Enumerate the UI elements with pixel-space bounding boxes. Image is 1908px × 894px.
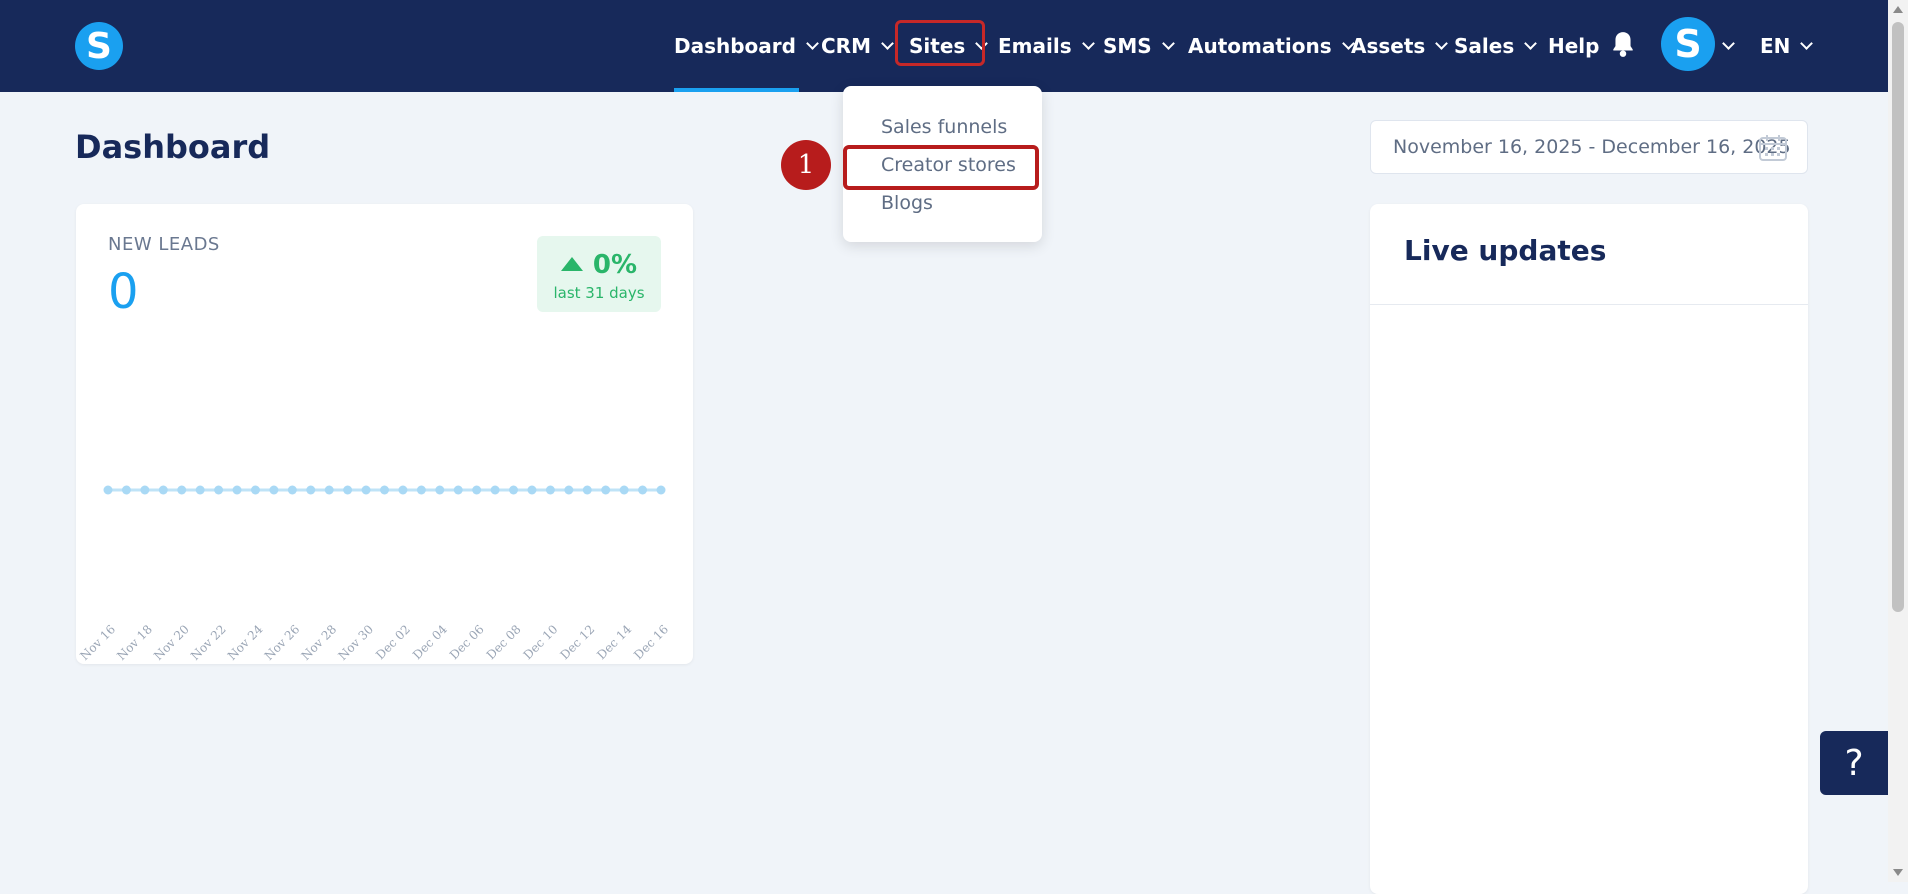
data-point [158, 485, 168, 495]
x-tick-label: Dec 16 [631, 622, 671, 662]
data-point [214, 485, 224, 495]
x-tick-label: Dec 02 [373, 622, 413, 662]
nav-item-emails[interactable]: Emails [998, 0, 1095, 92]
x-tick-label: Nov 24 [225, 622, 266, 663]
menu-item-sales-funnels[interactable]: Sales funnels [881, 116, 1007, 138]
data-point [232, 485, 242, 495]
data-point [527, 485, 537, 495]
calendar-icon [1759, 135, 1787, 161]
nav-item-sales[interactable]: Sales [1454, 0, 1538, 92]
data-point [656, 485, 666, 495]
nav-label: Dashboard [674, 34, 796, 58]
data-point [638, 485, 648, 495]
scrollbar-thumb[interactable] [1892, 22, 1904, 612]
page-title: Dashboard [75, 128, 271, 166]
data-point [564, 485, 574, 495]
nav-item-automations[interactable]: Automations [1188, 0, 1355, 92]
chevron-down-icon [1524, 36, 1538, 50]
data-point [121, 485, 131, 495]
live-updates-title: Live updates [1404, 234, 1607, 267]
data-point [195, 485, 205, 495]
data-point [416, 485, 426, 495]
x-tick-label: Nov 28 [299, 622, 340, 663]
nav-label: Automations [1188, 34, 1332, 58]
sites-highlight-box [895, 20, 985, 66]
help-button[interactable]: ? [1820, 731, 1888, 795]
chevron-down-icon [1161, 36, 1175, 50]
scroll-up-arrow-icon[interactable] [1893, 6, 1903, 13]
bell-icon[interactable] [1610, 30, 1636, 58]
data-point [269, 485, 279, 495]
x-tick-label: Dec 10 [521, 622, 561, 662]
data-point [361, 485, 371, 495]
nav-item-dashboard[interactable]: Dashboard [674, 0, 819, 92]
x-tick-label: Dec 12 [557, 622, 597, 662]
nav-label: Assets [1351, 34, 1426, 58]
data-point [509, 485, 519, 495]
x-tick-label: Nov 18 [114, 622, 155, 663]
data-point [324, 485, 334, 495]
scroll-down-arrow-icon[interactable] [1893, 869, 1903, 876]
data-point [343, 485, 353, 495]
data-point [177, 485, 187, 495]
x-tick-label: Nov 26 [262, 622, 303, 663]
scrollbar[interactable] [1888, 0, 1908, 882]
data-point [545, 485, 555, 495]
x-tick-label: Dec 08 [484, 622, 524, 662]
chevron-down-icon [1722, 36, 1735, 50]
menu-item-blogs[interactable]: Blogs [881, 192, 933, 214]
data-point [435, 485, 445, 495]
new-leads-card: NEW LEADS 0 0% last 31 days Nov 16 Nov 18… [76, 204, 693, 664]
data-point [619, 485, 629, 495]
data-point [490, 485, 500, 495]
x-tick-label: Nov 30 [335, 622, 376, 663]
data-point [306, 485, 316, 495]
nav-label: Help [1548, 34, 1600, 58]
data-point [582, 485, 592, 495]
nav-label: Emails [998, 34, 1072, 58]
data-point [250, 485, 260, 495]
live-updates-card: Live updates [1370, 204, 1808, 894]
chevron-down-icon [806, 36, 819, 50]
nav-item-help[interactable]: Help [1548, 0, 1599, 92]
x-tick-label: Nov 20 [151, 622, 192, 663]
nav-item-assets[interactable]: Assets [1351, 0, 1449, 92]
language-selector[interactable]: EN [1760, 0, 1814, 92]
data-point [472, 485, 482, 495]
user-avatar[interactable]: S [1661, 17, 1715, 71]
data-point [140, 485, 150, 495]
data-point [380, 485, 389, 495]
x-tick-label: Dec 14 [594, 622, 634, 662]
chevron-down-icon [1800, 36, 1814, 50]
top-navigation-bar: S Dashboard CRM Sites Emails SMS Automat… [0, 0, 1888, 92]
chevron-down-icon [1435, 36, 1449, 50]
new-leads-chart: Nov 16Nov 18Nov 20Nov 22Nov 24Nov 26Nov … [77, 485, 671, 663]
creator-stores-highlight-box [843, 145, 1039, 190]
chevron-down-icon [881, 36, 894, 50]
date-range-text: November 16, 2025 - December 16, 2025 [1393, 136, 1791, 158]
data-point [398, 485, 408, 495]
x-tick-label: Dec 04 [410, 622, 450, 662]
nav-label: CRM [821, 34, 871, 58]
data-point [601, 485, 611, 495]
avatar-menu-toggle[interactable] [1722, 0, 1735, 92]
nav-item-sms[interactable]: SMS [1103, 0, 1175, 92]
divider [1370, 304, 1808, 305]
x-tick-label: Nov 16 [77, 622, 118, 663]
nav-item-crm[interactable]: CRM [821, 0, 894, 92]
x-tick-label: Nov 22 [188, 622, 229, 663]
nav-label: Sales [1454, 34, 1515, 58]
nav-label: SMS [1103, 34, 1152, 58]
step-number-badge: 1 [781, 140, 831, 190]
x-tick-label: Dec 06 [447, 622, 487, 662]
logo[interactable]: S [75, 22, 123, 70]
language-label: EN [1760, 34, 1791, 58]
data-point [103, 485, 113, 495]
chevron-down-icon [1081, 36, 1095, 50]
data-point [453, 485, 463, 495]
active-nav-indicator [674, 88, 799, 92]
data-point [287, 485, 297, 495]
date-range-picker[interactable]: November 16, 2025 - December 16, 2025 [1370, 120, 1808, 174]
